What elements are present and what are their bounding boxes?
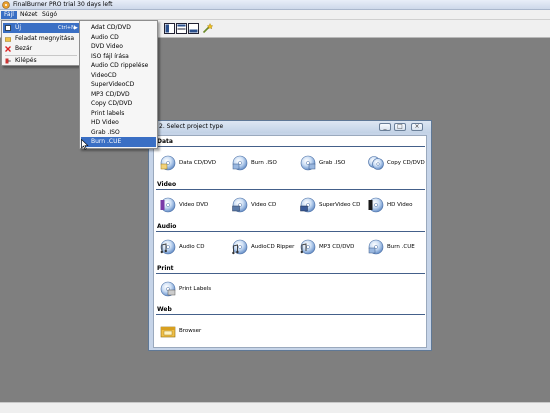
minimize-button[interactable]: _ [379,123,391,131]
submenu-item[interactable]: Adat CD/DVD [81,23,156,33]
exit-icon [5,58,11,64]
submenu-item[interactable]: MP3 CD/DVD [81,90,156,100]
file-menu: Új Ctrl+N ▶ Feladat megnyitása Bezár Kil… [1,20,81,66]
project-type-panel: Data Data CD/DVD Burn .ISO Grab .ISO Cop… [153,135,427,348]
submenu-item[interactable]: DVD Video [81,42,156,52]
menu-item-new[interactable]: Új Ctrl+N ▶ [3,23,79,33]
category-audio-title: Audio [157,223,177,230]
category-video-title: Video [157,181,177,188]
hd-video-icon [368,197,384,213]
audio-cd-icon [160,239,176,255]
mouse-cursor-icon [81,139,89,150]
submenu-arrow-icon: ▶ [74,25,78,31]
close-button[interactable]: × [411,123,423,131]
dialog-title-bar[interactable]: 2. Select project type _ □ × [149,121,431,133]
window-title: FinalBurner PRO trial 30 days left [13,1,113,8]
open-folder-icon [5,37,11,42]
copy-disc-icon [368,156,384,170]
menu-item-close[interactable]: Bezár [3,44,79,54]
submenu-item[interactable]: SuperVideoCD [81,80,156,90]
new-submenu: Adat CD/DVD Audio CD DVD Video ISO fájl … [79,20,158,149]
submenu-item[interactable]: Copy CD/DVD [81,99,156,109]
data-disc-icon [160,155,176,171]
submenu-item[interactable]: Audio CD rippelése [81,61,156,71]
status-bar [0,402,550,413]
category-divider [156,273,425,274]
video-cd-icon [232,197,248,213]
category-web-title: Web [157,306,172,313]
category-divider [156,189,425,190]
browser-icon [160,326,176,338]
video-dvd-icon [160,197,176,213]
print-labels-icon [160,281,176,297]
submenu-item-highlighted[interactable]: Burn .CUE [81,137,156,147]
submenu-item[interactable]: ISO fájl írása [81,52,156,62]
submenu-item[interactable]: HD Video [81,118,156,128]
submenu-item[interactable]: Print labels [81,109,156,119]
dock-bottom-icon[interactable] [188,23,199,34]
project-type-dialog: 2. Select project type _ □ × Data Data C… [148,120,432,351]
shortcut-label: Ctrl+N [58,25,75,31]
category-divider [156,314,425,315]
maximize-button[interactable]: □ [394,123,406,131]
dialog-title: 2. Select project type [159,123,224,130]
submenu-item[interactable]: Audio CD [81,33,156,43]
supervideo-cd-icon [300,197,316,213]
cue-disc-icon [368,239,384,255]
app-icon [2,1,10,9]
category-print-title: Print [157,265,174,272]
submenu-item[interactable]: VideoCD [81,71,156,81]
menu-help[interactable]: Súgó [39,11,60,19]
new-document-icon [5,25,11,31]
magic-wand-icon[interactable] [202,23,213,34]
dock-split-icon[interactable] [176,23,187,34]
grab-iso-icon [300,155,316,171]
menu-view[interactable]: Nézet [17,11,40,19]
submenu-item[interactable]: Grab .ISO [81,128,156,138]
menu-bar: Fájl Nézet Súgó [0,10,550,20]
category-divider [156,231,425,232]
menu-item-exit[interactable]: Kilépés [3,56,79,66]
category-divider [156,146,425,147]
category-data-title: Data [157,138,173,145]
title-bar: FinalBurner PRO trial 30 days left [0,0,550,10]
mp3-disc-icon [300,239,316,255]
menu-file[interactable]: Fájl [1,11,17,19]
dock-left-icon[interactable] [164,23,175,34]
audiocd-ripper-icon [232,239,248,255]
iso-disc-icon [232,155,248,171]
close-red-x-icon [5,46,11,52]
menu-item-open-task[interactable]: Feladat megnyitása [3,34,79,44]
